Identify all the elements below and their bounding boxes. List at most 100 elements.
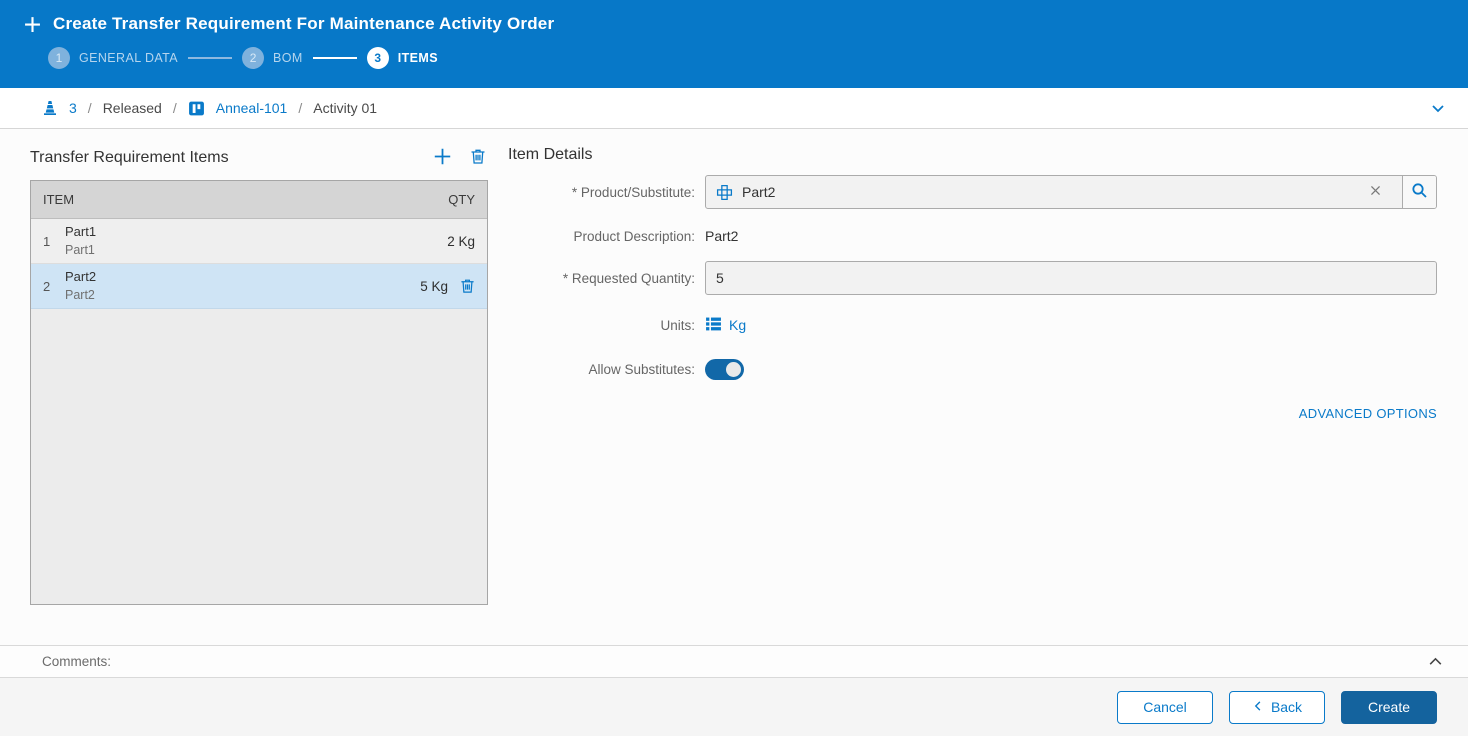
- requested-quantity-row: * Requested Quantity:: [508, 261, 1437, 295]
- footer-action-bar: Cancel Back Create: [0, 678, 1468, 736]
- step-general-data[interactable]: 1 GENERAL DATA: [48, 47, 178, 69]
- units-value: Kg: [729, 317, 747, 333]
- activity-name: Activity 01: [313, 100, 378, 116]
- list-icon: [705, 315, 722, 335]
- row-item-description: Part2: [65, 288, 95, 303]
- step-connector: [188, 57, 233, 59]
- chevron-left-icon: [1252, 699, 1264, 715]
- row-right: 2 Kg: [447, 234, 475, 249]
- row-item-description: Part1: [65, 243, 95, 258]
- requested-quantity-label: * Requested Quantity:: [562, 270, 695, 286]
- table-row[interactable]: 1 Part1 Part1 2 Kg: [31, 219, 487, 264]
- product-substitute-row: * Product/Substitute: Part2: [508, 175, 1437, 209]
- product-value: Part2: [742, 184, 776, 200]
- row-qty: 2 Kg: [447, 233, 475, 249]
- row-item-name: Part2: [65, 268, 97, 284]
- items-table-header: ITEM QTY: [31, 181, 487, 219]
- product-description-control: Part2: [705, 228, 1437, 244]
- cancel-button[interactable]: Cancel: [1117, 690, 1213, 724]
- step-number: 1: [48, 47, 70, 69]
- items-panel-actions: [433, 147, 488, 169]
- item-details-panel: Item Details * Product/Substitute: Part2: [508, 146, 1437, 421]
- table-row-selected[interactable]: 2 Part2 Part2 5 Kg: [31, 264, 487, 309]
- step-number: 2: [242, 47, 265, 69]
- item-details-form: * Product/Substitute: Part2 Product Desc…: [508, 175, 1437, 421]
- units-control: Kg: [705, 315, 1437, 335]
- allow-substitutes-row: Allow Substitutes:: [508, 359, 1437, 380]
- breadcrumb-separator: /: [298, 100, 303, 116]
- plus-icon: [433, 147, 452, 169]
- row-delete-button[interactable]: [460, 278, 475, 294]
- allow-substitutes-label: Allow Substitutes:: [588, 362, 695, 377]
- breadcrumb-separator: /: [172, 100, 177, 116]
- page-title: Create Transfer Requirement For Maintena…: [53, 14, 555, 33]
- add-item-button[interactable]: [433, 147, 452, 169]
- step-label: ITEMS: [397, 51, 438, 65]
- row-name-block: Part1 Part1: [65, 223, 96, 260]
- product-substitute-label: * Product/Substitute:: [571, 184, 695, 200]
- cone-icon: [42, 100, 58, 116]
- step-items[interactable]: 3 ITEMS: [366, 47, 438, 69]
- items-table: ITEM QTY 1 Part1 Part1 2 Kg 2 Part2 Part…: [30, 180, 488, 605]
- plus-icon: [24, 16, 41, 33]
- combo-main: Part2: [706, 176, 1402, 208]
- requested-quantity-control: [705, 261, 1437, 295]
- comments-section[interactable]: Comments:: [0, 645, 1468, 678]
- product-substitute-field[interactable]: Part2: [705, 175, 1437, 209]
- trash-icon: [470, 148, 486, 168]
- chevron-down-icon[interactable]: [1430, 100, 1446, 116]
- advanced-options-link[interactable]: ADVANCED OPTIONS: [1299, 406, 1437, 421]
- row-index: 1: [43, 233, 51, 249]
- wizard-steps: 1 GENERAL DATA 2 BOM 3 ITEMS: [48, 47, 1468, 69]
- allow-substitutes-control: [705, 359, 1437, 380]
- step-label: BOM: [273, 51, 303, 65]
- header: Create Transfer Requirement For Maintena…: [0, 0, 1468, 88]
- magnifier-icon: [1411, 182, 1428, 202]
- comments-label: Comments:: [42, 654, 112, 669]
- row-index: 2: [43, 278, 51, 294]
- delete-item-button[interactable]: [470, 148, 486, 168]
- cancel-label: Cancel: [1143, 699, 1187, 715]
- back-label: Back: [1270, 699, 1303, 715]
- transfer-requirement-items-panel: Transfer Requirement Items ITEM QTY 1 Pa…: [30, 146, 488, 605]
- create-label: Create: [1367, 699, 1411, 715]
- items-panel-title: Transfer Requirement Items: [30, 149, 229, 166]
- product-description-label: Product Description:: [573, 228, 695, 244]
- clear-button[interactable]: [1359, 184, 1392, 200]
- chevron-up-icon[interactable]: [1427, 653, 1444, 670]
- product-search-button[interactable]: [1402, 176, 1436, 208]
- product-grid-icon: [716, 184, 733, 201]
- requested-quantity-input[interactable]: [705, 261, 1437, 295]
- resource-link[interactable]: Anneal-101: [216, 100, 288, 116]
- column-header-item: ITEM: [43, 192, 75, 207]
- row-qty: 5 Kg: [420, 278, 448, 294]
- product-description-value: Part2: [705, 228, 739, 244]
- toggle-knob: [726, 362, 741, 377]
- x-icon: [1369, 184, 1382, 200]
- column-header-qty: QTY: [448, 192, 475, 207]
- product-description-row: Product Description: Part2: [508, 228, 1437, 244]
- step-label: GENERAL DATA: [79, 51, 179, 65]
- product-substitute-control: Part2: [705, 175, 1437, 209]
- step-connector: [312, 57, 357, 59]
- resource-icon: [188, 100, 205, 117]
- back-button[interactable]: Back: [1229, 690, 1325, 724]
- create-button[interactable]: Create: [1341, 690, 1437, 724]
- order-status: Released: [102, 100, 162, 116]
- units-label: Units:: [660, 317, 695, 333]
- header-title-row: Create Transfer Requirement For Maintena…: [0, 0, 1468, 34]
- context-bar: 3 / Released / Anneal-101 / Activity 01: [0, 88, 1468, 129]
- step-number: 3: [366, 47, 389, 69]
- row-item-name: Part1: [65, 223, 97, 239]
- row-name-block: Part2 Part2: [65, 268, 96, 305]
- order-count[interactable]: 3: [69, 100, 77, 116]
- items-panel-header: Transfer Requirement Items: [30, 146, 488, 170]
- item-details-title: Item Details: [508, 146, 593, 163]
- allow-substitutes-toggle[interactable]: [705, 359, 744, 380]
- units-link[interactable]: Kg: [705, 315, 746, 335]
- row-right: 5 Kg: [420, 278, 475, 294]
- step-bom[interactable]: 2 BOM: [242, 47, 303, 69]
- units-row: Units: Kg: [508, 315, 1437, 335]
- breadcrumb-separator: /: [87, 100, 92, 116]
- create-transfer-requirement-dialog: Create Transfer Requirement For Maintena…: [0, 0, 1468, 736]
